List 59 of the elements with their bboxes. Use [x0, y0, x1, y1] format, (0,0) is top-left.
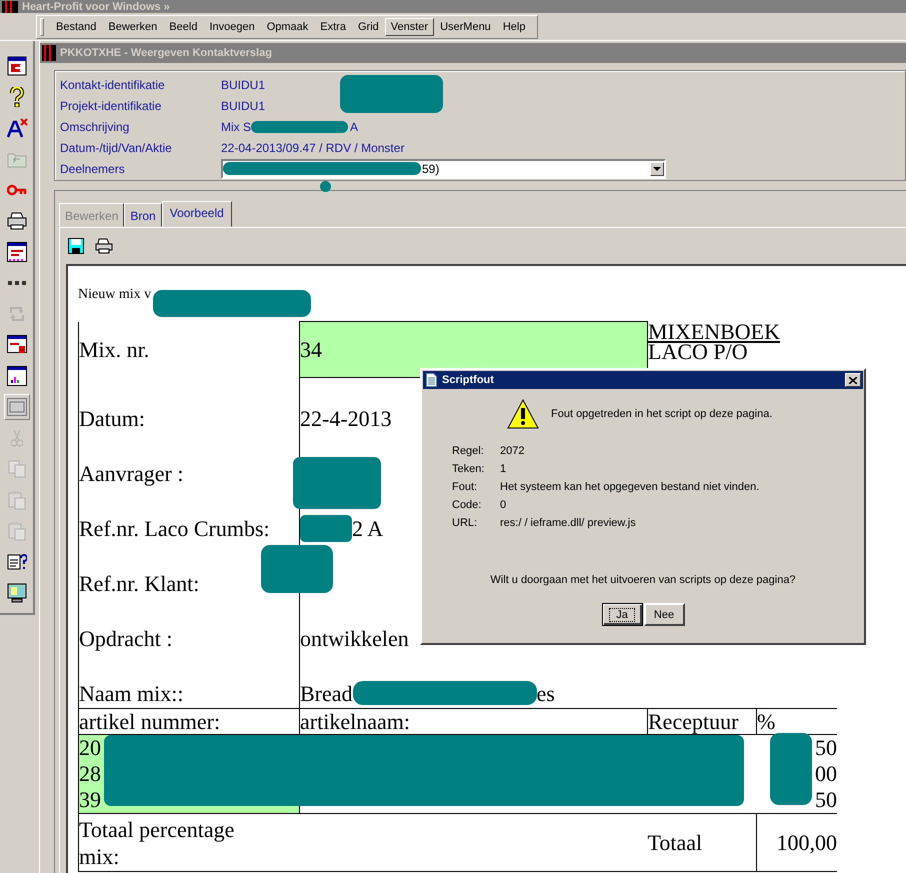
- field-label: Deelnemers: [60, 162, 126, 176]
- menu-item[interactable]: Bewerken: [102, 18, 164, 36]
- detail-value: res:/ / ieframe.dll/ preview.js: [500, 517, 636, 529]
- row-label: Opdracht :: [79, 626, 172, 651]
- field-value: BUIDU1: [221, 78, 266, 92]
- row-label: Naam mix::: [79, 681, 184, 706]
- window-title: PKKOTXHE - Weergeven Kontaktverslag: [60, 47, 272, 59]
- row-value: 2 A: [352, 516, 384, 541]
- field-value: 22-04-2013/09.47 / RDV / Monster: [221, 140, 404, 154]
- menu-item[interactable]: Grid: [352, 18, 385, 36]
- field-value: BUIDU1: [221, 98, 266, 112]
- menu-item[interactable]: Invoegen: [203, 18, 261, 36]
- error-message: Fout opgetreden in het script op deze pagina.: [551, 408, 772, 420]
- row-value: Bread: [300, 681, 353, 706]
- field-label: Kontakt-identifikatie: [60, 78, 166, 92]
- tab[interactable]: Voorbeeld: [162, 201, 232, 227]
- detail-label: Code:: [452, 499, 482, 511]
- column-header: artikel nummer:: [78, 708, 300, 734]
- detail-label: Regel:: [452, 445, 485, 457]
- detail-value: Het systeem kan het opgegeven bestand niet vinden.: [500, 481, 760, 493]
- menu-item[interactable]: UserMenu: [434, 18, 497, 36]
- menu-item[interactable]: Extra: [314, 18, 352, 36]
- row-label: Aanvrager :: [79, 461, 184, 486]
- question-text: Wilt u doorgaan met het uitvoeren van scripts op deze pagina?: [489, 574, 797, 586]
- row-value: 22-4-2013: [300, 406, 392, 431]
- menu-item[interactable]: Opmaak: [260, 18, 314, 36]
- field-value: Mix S: [221, 120, 251, 134]
- table-cell: 50: [756, 734, 837, 761]
- total-value: 100,00: [776, 830, 837, 855]
- total-label: Totaal percentage mix:: [79, 816, 236, 870]
- total-caption: Totaal: [648, 830, 702, 855]
- detail-value: 1: [500, 463, 506, 475]
- row-value: ontwikkelen: [300, 626, 409, 651]
- participants-dropdown[interactable]: 59): [221, 158, 666, 178]
- detail-label: Fout:: [452, 481, 478, 493]
- menu-item[interactable]: Bestand: [50, 18, 102, 36]
- menu-item[interactable]: Help: [496, 18, 532, 36]
- row-label: Ref.nr. Klant:: [79, 571, 200, 596]
- intro-text: Nieuw mix v: [78, 286, 152, 302]
- column-header: artikelnaam:: [300, 708, 648, 734]
- table-cell-text: 00: [814, 761, 837, 787]
- row-label: Ref.nr. Laco Crumbs:: [79, 516, 270, 541]
- dialog-button[interactable]: Ja: [602, 603, 642, 626]
- detail-label: Teken:: [452, 463, 486, 475]
- row-label: Mix. nr.: [79, 336, 150, 362]
- app-title: Heart-Profit voor Windows »: [22, 0, 170, 12]
- row-label: Datum:: [79, 406, 145, 431]
- field-label: Projekt-identifikatie: [60, 98, 162, 112]
- field-value: A: [350, 120, 358, 134]
- row-value: es: [536, 681, 555, 706]
- detail-value: 0: [500, 499, 506, 511]
- field-label: Datum-/tijd/Van/Aktie: [60, 140, 173, 154]
- detail-value: 2072: [500, 445, 524, 457]
- dialog-button[interactable]: Nee: [644, 603, 684, 626]
- menu-item[interactable]: Venster: [384, 18, 434, 36]
- column-header: Receptuur: [648, 708, 756, 734]
- detail-label: URL:: [452, 517, 478, 529]
- menu-item[interactable]: Beeld: [163, 18, 204, 36]
- field-label: Omschrijving: [60, 120, 130, 134]
